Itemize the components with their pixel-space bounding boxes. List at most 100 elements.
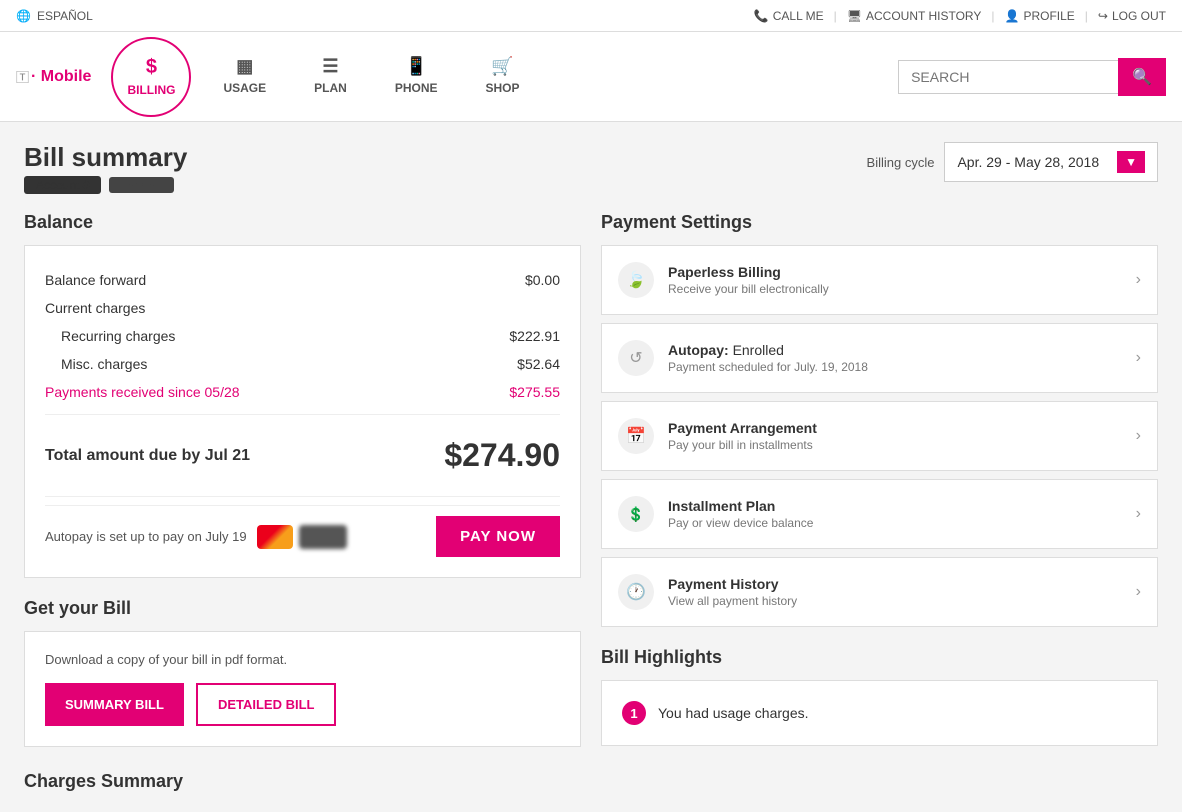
balance-card: Balance forward $0.00 Current charges Re… [24,245,581,578]
chevron-down-icon: ▼ [1117,151,1145,173]
divider: | [834,9,837,23]
payment-item-arrangement[interactable]: 📅 Payment Arrangement Pay your bill in i… [601,401,1158,471]
current-charges-row: Current charges [45,294,560,322]
misc-charges-value: $52.64 [517,356,560,372]
autopay-text: Autopay is set up to pay on July 19 [45,529,247,544]
tab-plan-label: PLAN [314,81,347,95]
header: 🅃 · Mobile $ BILLING ▦ USAGE ☰ PLAN 📱 PH… [0,32,1182,122]
tab-phone[interactable]: 📱 PHONE [371,48,462,105]
balance-divider [45,414,560,415]
bill-highlights-card: 1 You had usage charges. [601,680,1158,746]
call-me-link[interactable]: 📞 CALL ME [754,9,824,23]
highlight-text-1: You had usage charges. [658,705,809,721]
payments-received-row: Payments received since 05/28 $275.55 [45,378,560,406]
top-bar-actions: 📞 CALL ME | 🖥 ACCOUNT HISTORY | 👤 PROFIL… [754,9,1166,23]
tab-usage[interactable]: ▦ USAGE [199,48,290,105]
detailed-bill-button[interactable]: DETAILED BILL [196,683,337,726]
paperless-billing-title: Paperless Billing [668,264,1136,280]
arrangement-content: Payment Arrangement Pay your bill in ins… [668,420,1136,452]
balance-forward-value: $0.00 [525,272,560,288]
balance-section-title: Balance [24,212,581,233]
chevron-right-icon3: › [1136,427,1141,445]
mastercard-icon [257,525,293,549]
tmobile-logo: 🅃 · Mobile [16,67,91,86]
recurring-charges-label: Recurring charges [61,328,175,344]
main-content: Bill summary Account # •••••• Billing cy… [0,122,1182,812]
leaf-icon: 🍃 [618,262,654,298]
recurring-charges-row: Recurring charges $222.91 [45,322,560,350]
total-label: Total amount due by Jul 21 [45,447,250,465]
current-charges-label: Current charges [45,300,145,316]
tab-shop[interactable]: 🛒 SHOP [462,48,544,105]
installment-title: Installment Plan [668,498,1136,514]
account-number: Account # •••••• [24,177,187,192]
highlight-item-1: 1 You had usage charges. [622,701,1137,725]
page-title-section: Bill summary Account # •••••• [24,142,187,192]
history-title: Payment History [668,576,1136,592]
get-bill-card: Download a copy of your bill in pdf form… [24,631,581,747]
language-label: ESPAÑOL [37,9,93,23]
dollar-circle-icon: 💲 [618,496,654,532]
misc-charges-label: Misc. charges [61,356,147,372]
tab-billing-label: BILLING [127,83,175,97]
balance-forward-row: Balance forward $0.00 [45,266,560,294]
autopay-section: Autopay is set up to pay on July 19 PAY … [45,505,560,557]
highlight-badge-1: 1 [622,701,646,725]
dollar-icon: $ [146,56,157,79]
paperless-billing-subtitle: Receive your bill electronically [668,282,1136,296]
card-blurred-icon [299,525,347,549]
payment-item-autopay[interactable]: ↺ Autopay: Enrolled Payment scheduled fo… [601,323,1158,393]
bill-buttons: SUMMARY BILL DETAILED BILL [45,683,560,726]
tab-plan[interactable]: ☰ PLAN [290,48,371,105]
payment-item-paperless[interactable]: 🍃 Paperless Billing Receive your bill el… [601,245,1158,315]
phone-icon: 📱 [405,56,427,77]
clock-icon: 🕐 [618,574,654,610]
payment-settings-title: Payment Settings [601,212,1158,233]
calendar-icon: 📅 [618,418,654,454]
misc-charges-row: Misc. charges $52.64 [45,350,560,378]
balance-forward-label: Balance forward [45,272,146,288]
account-number-masked: •••••• [109,177,174,193]
recurring-charges-value: $222.91 [509,328,560,344]
nav-tabs: $ BILLING ▦ USAGE ☰ PLAN 📱 PHONE 🛒 SHOP [111,37,898,117]
chevron-right-icon2: › [1136,349,1141,367]
get-bill-description: Download a copy of your bill in pdf form… [45,652,560,667]
language-selector[interactable]: 🌐 ESPAÑOL [16,9,93,23]
top-bar: 🌐 ESPAÑOL 📞 CALL ME | 🖥 ACCOUNT HISTORY … [0,0,1182,32]
search-input[interactable] [898,60,1118,94]
page-header: Bill summary Account # •••••• Billing cy… [24,142,1158,192]
charges-summary-title: Charges Summary [24,771,581,792]
payments-received-value: $275.55 [509,384,560,400]
logout-icon: ↪ [1098,9,1108,23]
summary-bill-button[interactable]: SUMMARY BILL [45,683,184,726]
tab-billing[interactable]: $ BILLING [111,37,191,117]
plan-icon: ☰ [322,56,338,77]
bill-highlights-title: Bill Highlights [601,647,1158,668]
shop-icon: 🛒 [491,56,513,77]
tab-usage-label: USAGE [223,81,266,95]
profile-link[interactable]: 👤 PROFILE [1004,9,1074,23]
total-amount: $274.90 [444,437,560,474]
card-icons [257,525,347,549]
divider3: | [1085,9,1088,23]
history-subtitle: View all payment history [668,594,1136,608]
billing-cycle-value: Apr. 29 - May 28, 2018 [957,154,1099,170]
divider2: | [991,9,994,23]
globe-icon: 🌐 [16,9,31,23]
payment-item-installment[interactable]: 💲 Installment Plan Pay or view device ba… [601,479,1158,549]
chevron-right-icon5: › [1136,583,1141,601]
billing-cycle-label: Billing cycle [867,155,935,170]
search-bar: 🔍 [898,58,1166,96]
logout-link[interactable]: ↪ LOG OUT [1098,9,1166,23]
billing-cycle-dropdown[interactable]: Apr. 29 - May 28, 2018 ▼ [944,142,1158,182]
search-button[interactable]: 🔍 [1118,58,1166,96]
history-icon: 🖥 [847,9,862,23]
left-column: Balance Balance forward $0.00 Current ch… [24,212,581,792]
account-history-link[interactable]: 🖥 ACCOUNT HISTORY [847,9,982,23]
payment-item-history[interactable]: 🕐 Payment History View all payment histo… [601,557,1158,627]
autopay-subtitle: Payment scheduled for July. 19, 2018 [668,360,1136,374]
installment-subtitle: Pay or view device balance [668,516,1136,530]
pay-now-button[interactable]: PAY NOW [436,516,560,557]
autopay-content: Autopay: Enrolled Payment scheduled for … [668,342,1136,374]
billing-cycle-selector: Billing cycle Apr. 29 - May 28, 2018 ▼ [867,142,1158,182]
